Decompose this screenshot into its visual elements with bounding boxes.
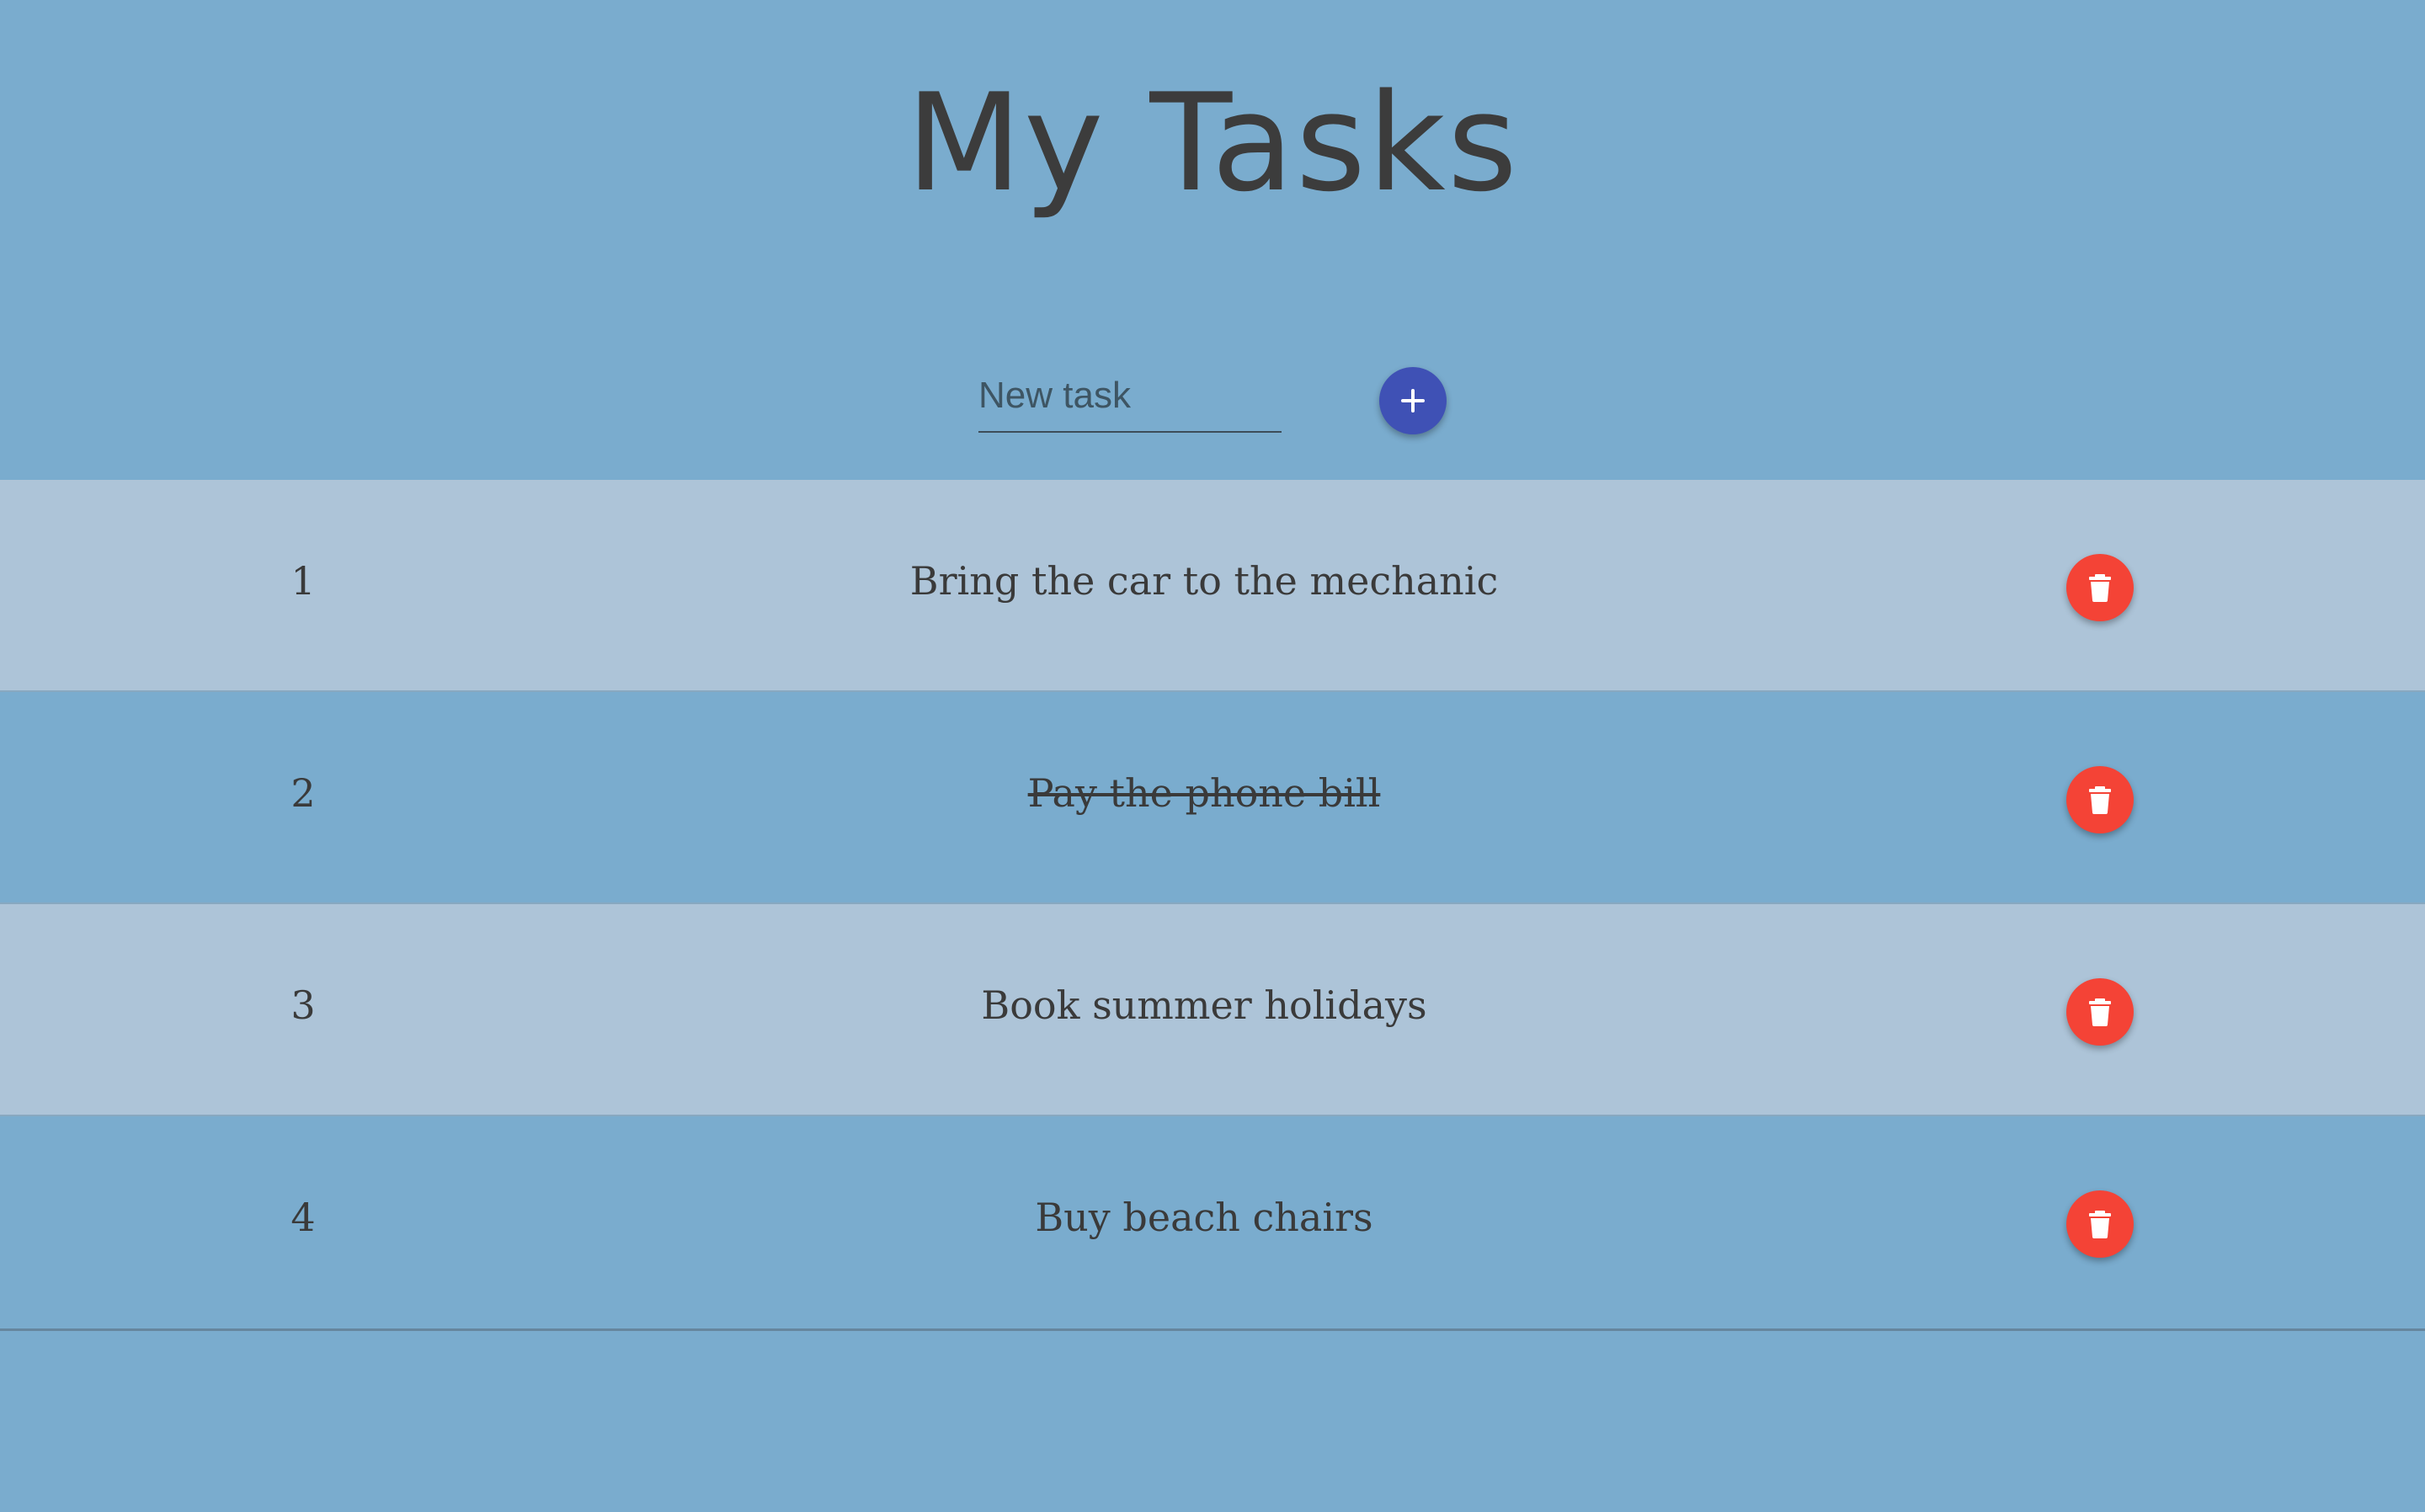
delete-task-button[interactable] [2066, 978, 2134, 1046]
task-number: 2 [290, 770, 316, 816]
add-task-button[interactable] [1379, 367, 1447, 434]
trash-icon [2089, 1211, 2111, 1238]
task-number: 4 [290, 1195, 316, 1240]
delete-task-button[interactable] [2066, 1190, 2134, 1258]
delete-task-button[interactable] [2066, 554, 2134, 621]
task-row: 4 Buy beach chairs [0, 1116, 2425, 1328]
task-text[interactable]: Book summer holidays [707, 904, 1701, 1116]
task-number: 1 [290, 558, 316, 604]
task-text[interactable]: Bring the car to the mechanic [707, 480, 1701, 692]
delete-task-button[interactable] [2066, 766, 2134, 833]
task-number: 3 [290, 982, 316, 1028]
trash-icon [2089, 574, 2111, 602]
task-list: 1 Bring the car to the mechanic 2 Pay th… [0, 480, 2425, 1331]
new-task-input[interactable] [978, 367, 1282, 433]
plus-icon [1401, 389, 1425, 413]
task-row: 2 Pay the phone bill [0, 692, 2425, 904]
trash-icon [2089, 998, 2111, 1026]
task-text[interactable]: Buy beach chairs [707, 1116, 1701, 1328]
page-title: My Tasks [905, 64, 1520, 221]
task-row: 3 Book summer holidays [0, 904, 2425, 1116]
new-task-form [978, 354, 1450, 455]
trash-icon [2089, 786, 2111, 814]
task-text-completed[interactable]: Pay the phone bill [707, 692, 1701, 904]
task-row: 1 Bring the car to the mechanic [0, 480, 2425, 692]
